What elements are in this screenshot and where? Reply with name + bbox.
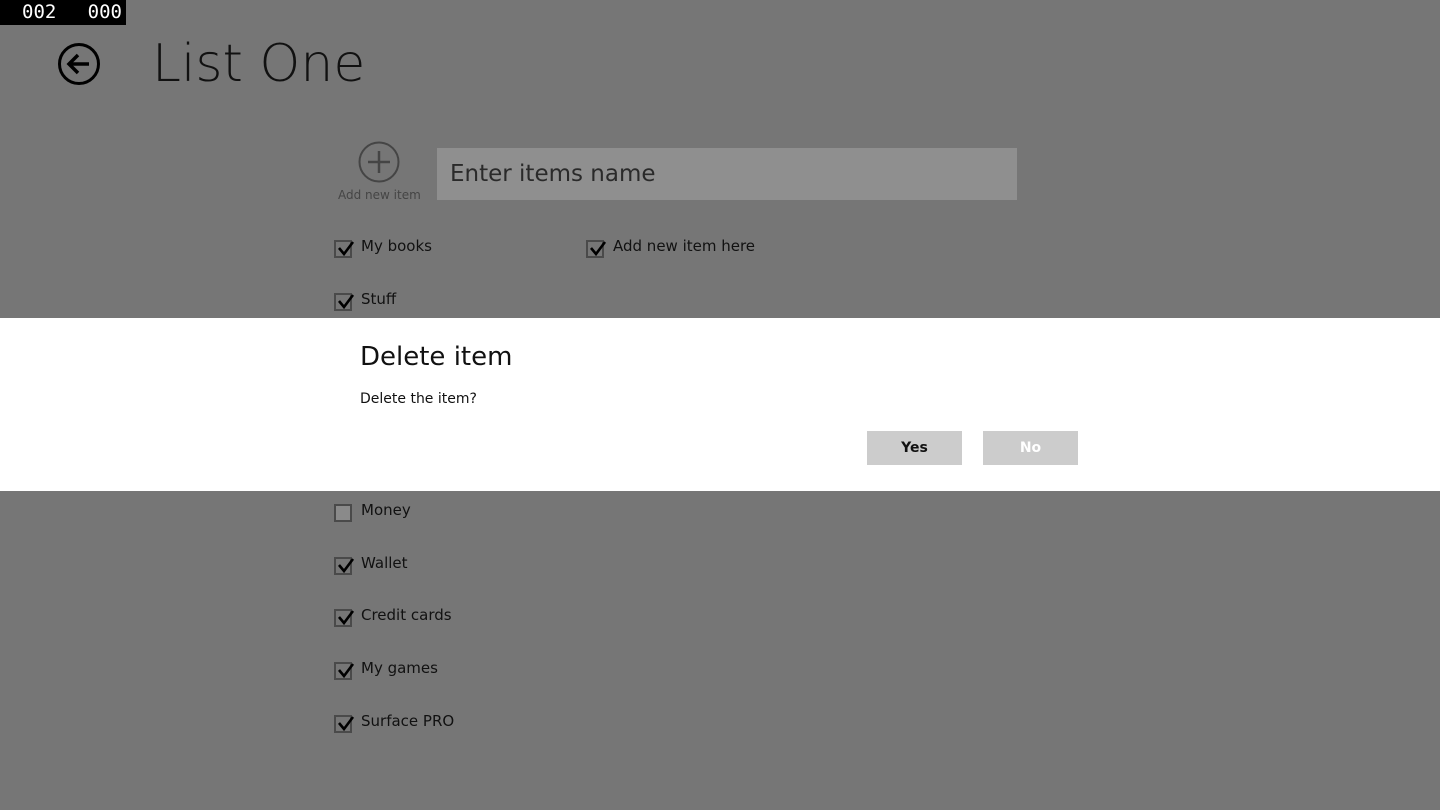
checkbox[interactable] [586, 240, 607, 258]
checkbox[interactable] [334, 240, 355, 258]
counter-right: 000 [87, 1, 122, 23]
delete-item-dialog: Delete item Delete the item? Yes No [0, 318, 1440, 491]
plus-circle-icon [358, 141, 400, 183]
back-button[interactable] [57, 42, 101, 86]
item-name-input[interactable] [437, 148, 1017, 200]
checkbox[interactable] [334, 609, 355, 627]
list-item-label: Stuff [361, 290, 397, 308]
add-new-item-button[interactable]: Add new item [338, 140, 421, 202]
checkmark-icon [338, 294, 355, 310]
checkmark-icon [338, 610, 355, 626]
checkmark-icon [338, 558, 355, 574]
back-arrow-circle-icon [58, 43, 100, 85]
checkmark-icon [590, 241, 607, 257]
checkbox[interactable] [334, 662, 355, 680]
checkbox[interactable] [334, 293, 355, 311]
list-item[interactable]: Stuff [334, 284, 396, 314]
list-item[interactable]: Credit cards [334, 600, 452, 630]
add-new-item-label: Add new item [338, 188, 421, 202]
list-item-label: My games [361, 659, 438, 677]
counter-left: 002 [22, 1, 57, 23]
list-item[interactable]: My books [334, 231, 432, 261]
page-title: List One [152, 34, 366, 94]
checkbox[interactable] [334, 504, 352, 522]
list-item-label: Credit cards [361, 606, 452, 624]
dialog-title: Delete item [360, 342, 513, 372]
list-item-label: Wallet [361, 554, 408, 572]
list-item[interactable]: Add new item here [586, 231, 755, 261]
checkmark-icon [338, 663, 355, 679]
list-item-label: Money [361, 501, 411, 519]
list-item[interactable]: Wallet [334, 548, 408, 578]
list-item[interactable]: Surface PRO [334, 706, 454, 736]
no-button[interactable]: No [983, 431, 1078, 465]
list-item[interactable]: My games [334, 653, 438, 683]
list-item-label: Add new item here [613, 237, 756, 255]
checkbox[interactable] [334, 557, 355, 575]
app-window: 002 000 List One Add new item My books A… [0, 0, 1440, 810]
checkbox[interactable] [334, 715, 355, 733]
checkmark-icon [338, 716, 355, 732]
list-item-label: My books [361, 237, 432, 255]
dialog-message: Delete the item? [360, 391, 477, 407]
frame-counter: 002 000 [0, 0, 126, 25]
list-item-label: Surface PRO [361, 712, 455, 730]
yes-button[interactable]: Yes [867, 431, 962, 465]
checkmark-icon [338, 241, 355, 257]
list-item[interactable]: Money [334, 495, 411, 525]
